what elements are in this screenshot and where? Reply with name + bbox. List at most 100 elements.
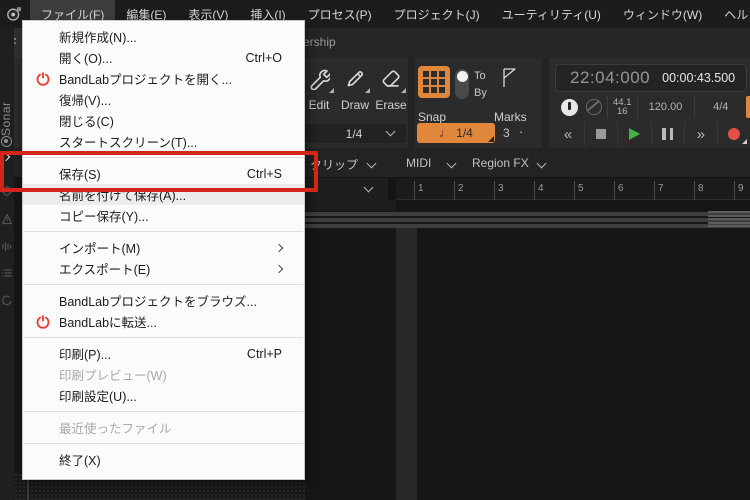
snap-label: Snap <box>418 110 446 124</box>
menu-item-label: BandLabプロジェクトを開く... <box>59 69 232 88</box>
clipped-panel-edge <box>746 96 750 118</box>
record-button[interactable] <box>717 122 750 146</box>
menu-item-upload-to-bandlab[interactable]: BandLabに転送... <box>23 311 304 332</box>
menu-item-print-setup[interactable]: 印刷設定(U)... <box>23 385 304 406</box>
menu-item-label: 印刷設定(U)... <box>59 386 137 405</box>
snap-extra-value[interactable]: 3 <box>503 126 510 140</box>
toggle-knob <box>457 71 468 82</box>
chevron-down-icon[interactable] <box>367 159 377 169</box>
menu-item-label: インポート(M) <box>59 238 140 257</box>
menu-item-import[interactable]: インポート(M) <box>23 237 304 258</box>
menu-process[interactable]: プロセス(P) <box>297 0 383 28</box>
erase-tool-button[interactable]: Erase <box>374 68 408 112</box>
sample-rate-display[interactable]: 44.1 16 <box>608 98 637 116</box>
tempo-display[interactable]: 120.00 <box>638 94 694 120</box>
ruler-number: 5 <box>578 183 584 194</box>
menu-separator <box>24 337 303 338</box>
project-info-bar: 44.1 16 120.00 4/4 <box>555 94 747 120</box>
snap-by-label: By <box>474 87 487 99</box>
menu-item-label: 終了(X) <box>59 450 101 469</box>
ruler-number: 8 <box>698 183 704 194</box>
menu-window[interactable]: ウィンドウ(W) <box>612 0 713 28</box>
menu-item-print[interactable]: 印刷(P)...Ctrl+P <box>23 343 304 364</box>
marks-flag-icon[interactable] <box>501 68 519 88</box>
snap-flyout-triangle <box>488 136 494 142</box>
time-primary: 22:04:000 <box>570 68 650 88</box>
timeline-ruler[interactable]: 1 2 3 4 5 6 7 8 9 <box>305 178 750 200</box>
menu-item-close[interactable]: 閉じる(C) <box>23 110 304 131</box>
eraser-icon <box>380 68 402 90</box>
meter-bars-icon[interactable] <box>1 240 13 252</box>
snap-dot-value[interactable]: · <box>519 124 523 139</box>
menu-item-open-bandlab-project[interactable]: BandLabプロジェクトを開く... <box>23 68 304 89</box>
menu-item-start-screen[interactable]: スタートスクリーン(T)... <box>23 131 304 152</box>
menu-item-browse-bandlab-projects[interactable]: BandLabプロジェクトをブラウズ... <box>23 290 304 311</box>
edit-tool-button[interactable]: Edit <box>302 68 336 112</box>
edit-flyout-triangle <box>329 88 334 93</box>
snap-resolution-button[interactable]: ♩ 1/4 <box>417 123 495 143</box>
menu-item-save-copy[interactable]: コピー保存(Y)... <box>23 205 304 226</box>
time-signature-display[interactable]: 4/4 <box>695 94 748 120</box>
tab-midi[interactable]: MIDI <box>406 156 431 170</box>
tab-region-fx[interactable]: Region FX <box>472 156 529 170</box>
metronome-off-icon[interactable] <box>586 99 602 115</box>
track-header-footer <box>305 200 396 211</box>
menu-separator <box>24 284 303 285</box>
menu-item-label: 開く(O)... <box>59 48 112 67</box>
stop-icon <box>596 129 606 139</box>
menu-item-label: 新規作成(N)... <box>59 27 137 46</box>
track-header-dropdown[interactable] <box>305 178 396 200</box>
quarter-note-icon: ♩ <box>439 126 451 140</box>
chevron-down-icon <box>364 183 374 193</box>
time-display[interactable]: 22:04:000 00:00:43.500 <box>555 64 747 92</box>
menu-item-label: スタートスクリーン(T)... <box>59 132 197 151</box>
sync-arc-icon[interactable] <box>1 294 13 306</box>
pause-button[interactable] <box>651 122 684 146</box>
snap-to-label: To <box>474 70 486 82</box>
ruler-number: 9 <box>738 183 744 194</box>
app-logo-icon[interactable] <box>6 6 22 22</box>
chevron-down-icon[interactable] <box>537 159 547 169</box>
wrench-icon <box>308 68 330 90</box>
ruler-number: 2 <box>458 183 464 194</box>
chevron-down-icon[interactable] <box>447 159 457 169</box>
menu-shortcut: Ctrl+O <box>246 51 282 65</box>
snap-to-by-toggle[interactable] <box>455 69 469 99</box>
save-highlight-annotation <box>0 151 318 192</box>
menu-item-export[interactable]: エクスポート(E) <box>23 258 304 279</box>
sonar-app-window: ファイル(F) 編集(E) 表示(V) 挿入(I) プロセス(P) プロジェクト… <box>0 0 750 500</box>
menu-item-new[interactable]: 新規作成(N)... <box>23 26 304 47</box>
forward-button[interactable]: » <box>684 122 717 146</box>
ruler-number: 4 <box>538 183 544 194</box>
metronome-icon[interactable] <box>1 213 13 225</box>
snap-grid-button[interactable] <box>418 66 450 98</box>
list-icon[interactable] <box>1 267 13 279</box>
menu-item-revert[interactable]: 復帰(V)... <box>23 89 304 110</box>
draw-flyout-triangle <box>365 88 370 93</box>
menu-utility[interactable]: ユーティリティ(U) <box>491 0 612 28</box>
menu-item-recent-files: 最近使ったファイル <box>23 417 304 438</box>
transport-controls: « » <box>552 122 750 146</box>
track-view-area[interactable] <box>305 200 750 500</box>
menu-separator <box>24 231 303 232</box>
audio-engine-icon[interactable] <box>561 99 578 116</box>
tab-partial-right: ership <box>303 35 336 49</box>
toolbar-separator <box>408 58 415 148</box>
menu-separator <box>24 443 303 444</box>
draw-resolution-dropdown[interactable]: 1/4 <box>302 124 406 143</box>
menu-project[interactable]: プロジェクト(J) <box>383 0 491 28</box>
play-button[interactable] <box>617 122 650 146</box>
menu-item-label: 印刷プレビュー(W) <box>59 365 167 384</box>
draw-tool-button[interactable]: Draw <box>338 68 372 112</box>
snap-resolution-value: 1/4 <box>456 126 473 140</box>
left-sidebar: Sonar <box>0 28 14 500</box>
draw-resolution-value: 1/4 <box>346 127 363 141</box>
stop-button[interactable] <box>584 122 617 146</box>
menu-item-open[interactable]: 開く(O)... Ctrl+O <box>23 47 304 68</box>
menu-help[interactable]: ヘルプ(H) <box>713 0 750 28</box>
menu-item-exit[interactable]: 終了(X) <box>23 449 304 470</box>
menu-item-print-preview: 印刷プレビュー(W) <box>23 364 304 385</box>
menu-item-label: 復帰(V)... <box>59 90 111 109</box>
menu-item-label: BandLabに転送... <box>59 312 157 331</box>
rewind-button[interactable]: « <box>552 122 584 146</box>
